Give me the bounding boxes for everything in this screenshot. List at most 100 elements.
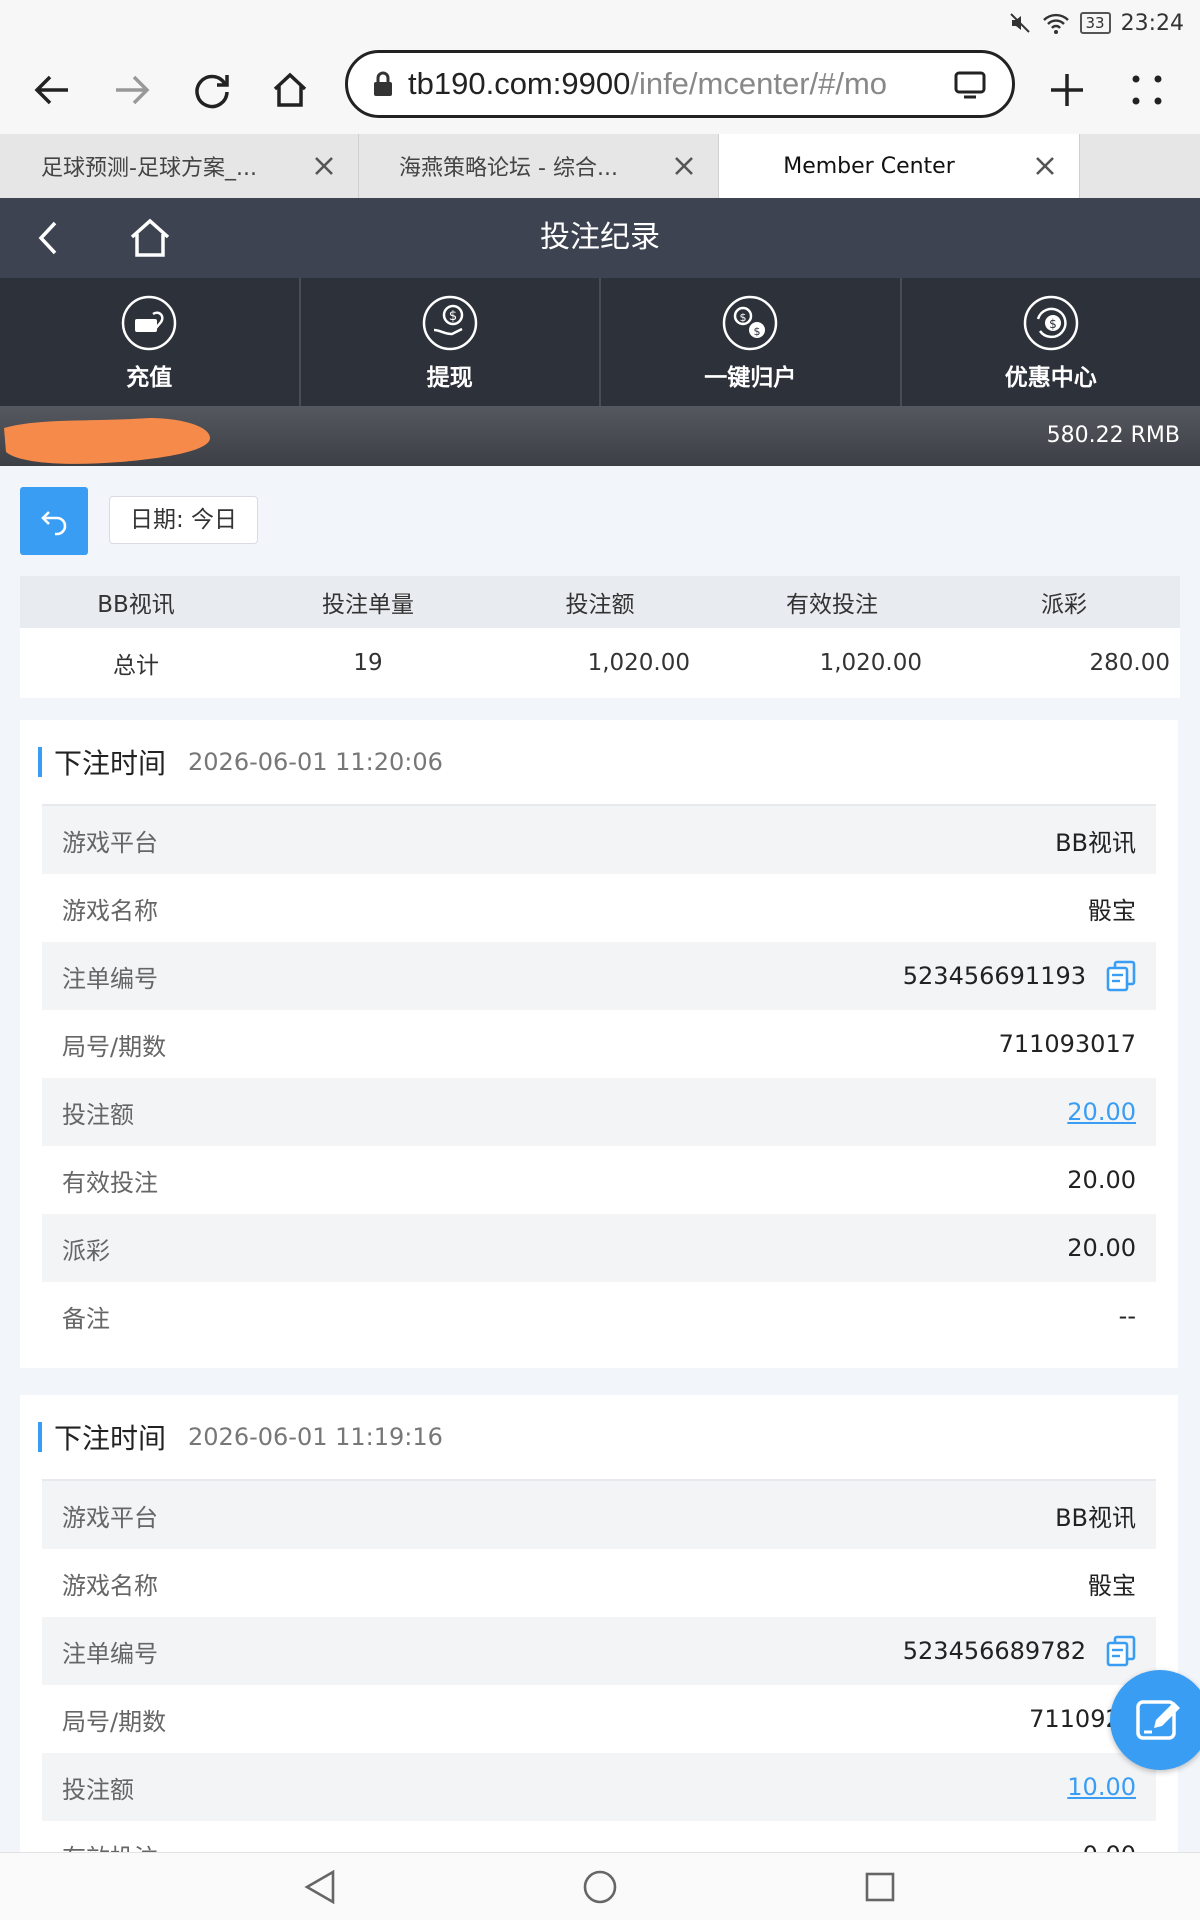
menu-dots-icon[interactable] xyxy=(1115,58,1179,122)
action-withdraw[interactable]: $ 提现 xyxy=(301,278,601,406)
record-value-wrap: 523456689782 xyxy=(903,1635,1136,1667)
record-row: 有效投注0.00 xyxy=(42,1821,1156,1855)
record-header: 下注时间 2026-06-01 11:19:16 xyxy=(38,1395,1156,1481)
record-rows: 游戏平台 BB视讯 游戏名称 骰宝 注单编号 523456691193 局号/期数 71… xyxy=(42,806,1156,1350)
nav-recents-icon[interactable] xyxy=(860,1867,900,1907)
balance-strip: 580.22 RMB xyxy=(0,406,1200,466)
account-balance: 580.22 RMB xyxy=(1046,423,1180,448)
tab-label: 足球预测-足球方案_... xyxy=(41,156,257,181)
new-tab-icon[interactable] xyxy=(1035,58,1099,122)
address-bar[interactable]: tb190.com:9900/infe/mcenter/#/mo xyxy=(345,50,1015,118)
record-value: BB视讯 xyxy=(1055,1503,1136,1532)
summary-cell: 1,020.00 xyxy=(819,650,922,676)
record-row: 游戏名称 骰宝 xyxy=(42,1549,1156,1617)
record-value: 523456691193 xyxy=(902,962,1086,990)
record-key: 局号/期数 xyxy=(62,1032,167,1061)
record-row: 游戏名称 骰宝 xyxy=(42,874,1156,942)
copy-icon[interactable] xyxy=(1106,1635,1136,1667)
summary-total-row: 总计 19 1,020.00 1,020.00 280.00 xyxy=(20,628,1180,698)
action-label: 一键归户 xyxy=(704,365,797,391)
record-key: 游戏名称 xyxy=(62,1571,158,1600)
svg-text:$: $ xyxy=(1049,317,1057,331)
redaction-mark xyxy=(4,418,210,464)
action-label: 充值 xyxy=(126,365,173,391)
svg-text:$: $ xyxy=(754,325,761,338)
floating-edit-button[interactable] xyxy=(1110,1670,1200,1770)
close-icon[interactable] xyxy=(672,154,696,178)
cast-screen-icon[interactable] xyxy=(954,71,986,99)
record-row: 投注额 20.00 xyxy=(42,1078,1156,1146)
nav-home-icon[interactable] xyxy=(580,1867,620,1907)
reload-icon[interactable] xyxy=(180,58,244,122)
record-key: 注单编号 xyxy=(62,1639,158,1668)
record-row: 局号/期数 7110928 xyxy=(42,1685,1156,1753)
summary-header-row: BB视讯 投注单量 投注额 有效投注 派彩 xyxy=(20,576,1180,628)
record-row: 注单编号 523456689782 xyxy=(42,1617,1156,1685)
record-bet-time: 2026-06-01 11:20:06 xyxy=(188,748,443,776)
action-deposit[interactable]: 充值 xyxy=(0,278,301,406)
record-key: 游戏平台 xyxy=(62,828,158,857)
nav-back-icon[interactable] xyxy=(300,1867,340,1907)
dollar-hand-icon: $ xyxy=(422,295,477,351)
lock-icon xyxy=(374,71,392,96)
summary-header-cell: BB视讯 xyxy=(97,592,175,618)
summary-header-cell: 投注单量 xyxy=(322,592,414,618)
battery-level: 33 xyxy=(1079,12,1111,34)
record-header-label: 下注时间 xyxy=(54,1422,167,1455)
bet-record: 下注时间 2026-06-01 11:20:06 游戏平台 BB视讯 游戏名称 骰宝… xyxy=(20,720,1178,1368)
edit-note-icon xyxy=(1136,1700,1180,1740)
browser-tab-1[interactable]: 足球预测-足球方案_... xyxy=(0,134,359,198)
coin-refresh-icon: $ xyxy=(1023,295,1078,351)
record-row: 备注 -- xyxy=(42,1282,1156,1350)
record-value: 骰宝 xyxy=(1088,1571,1136,1600)
action-promotions[interactable]: $ 优惠中心 xyxy=(902,278,1200,406)
action-label: 优惠中心 xyxy=(1004,365,1097,391)
forward-icon[interactable] xyxy=(100,58,164,122)
action-label: 提现 xyxy=(426,365,473,391)
tab-label: 海燕策略论坛 - 综合... xyxy=(399,156,618,181)
record-row: 游戏平台 BB视讯 xyxy=(42,806,1156,874)
record-key: 游戏平台 xyxy=(62,1503,158,1532)
record-value-wrap: 523456691193 xyxy=(903,960,1136,992)
date-filter[interactable]: 日期: 今日 xyxy=(109,496,259,544)
browser-toolbar: tb190.com:9900/infe/mcenter/#/mo xyxy=(0,46,1200,134)
svg-text:$: $ xyxy=(449,309,457,324)
record-row: 注单编号 523456691193 xyxy=(42,942,1156,1010)
record-rows: 游戏平台 BB视讯 游戏名称 骰宝 注单编号 523456689782 局号/期数 71… xyxy=(42,1481,1156,1855)
record-key: 有效投注 xyxy=(62,1168,158,1197)
action-one-click-transfer[interactable]: $ $ 一键归户 xyxy=(601,278,902,406)
record-header-label: 下注时间 xyxy=(54,747,167,780)
bet-amount-link[interactable]: 10.00 xyxy=(1067,1773,1136,1801)
record-value: BB视讯 xyxy=(1055,828,1136,857)
record-value: 523456689782 xyxy=(902,1637,1086,1665)
home-icon[interactable] xyxy=(258,58,322,122)
browser-tab-2[interactable]: 海燕策略论坛 - 综合... xyxy=(359,134,719,198)
record-bet-time: 2026-06-01 11:19:16 xyxy=(188,1423,443,1451)
quick-actions: 充值 $ 提现 $ $ 一键归户 $ 优惠中心 xyxy=(0,278,1200,406)
record-row: 派彩 20.00 xyxy=(42,1214,1156,1282)
record-key: 局号/期数 xyxy=(62,1707,167,1736)
copy-icon[interactable] xyxy=(1106,960,1136,992)
record-row: 游戏平台 BB视讯 xyxy=(42,1481,1156,1549)
record-key: 派彩 xyxy=(62,1236,110,1265)
record-value: 711093017 xyxy=(998,1030,1136,1058)
coin-exchange-icon: $$ xyxy=(723,295,778,351)
record-header: 下注时间 2026-06-01 11:20:06 xyxy=(38,720,1156,806)
bet-amount-link[interactable]: 20.00 xyxy=(1067,1098,1136,1126)
browser-tab-3[interactable]: Member Center xyxy=(719,134,1080,198)
return-button[interactable] xyxy=(20,487,88,555)
system-navigation-bar xyxy=(0,1852,1200,1920)
svg-text:$: $ xyxy=(740,311,747,324)
page-title: 投注纪录 xyxy=(540,220,660,255)
back-icon[interactable] xyxy=(20,58,84,122)
close-icon[interactable] xyxy=(312,154,336,178)
record-key: 游戏名称 xyxy=(62,896,158,925)
summary-header-cell: 派彩 xyxy=(1041,592,1087,618)
close-icon[interactable] xyxy=(1033,154,1057,178)
summary-header-cell: 有效投注 xyxy=(786,592,878,618)
record-value: 20.00 xyxy=(1067,1166,1136,1194)
record-value: 骰宝 xyxy=(1088,896,1136,925)
summary-cell: 1,020.00 xyxy=(587,650,690,676)
browser-tab-strip: 足球预测-足球方案_... 海燕策略论坛 - 综合... Member Cent… xyxy=(0,134,1200,198)
mute-icon xyxy=(1009,13,1030,33)
